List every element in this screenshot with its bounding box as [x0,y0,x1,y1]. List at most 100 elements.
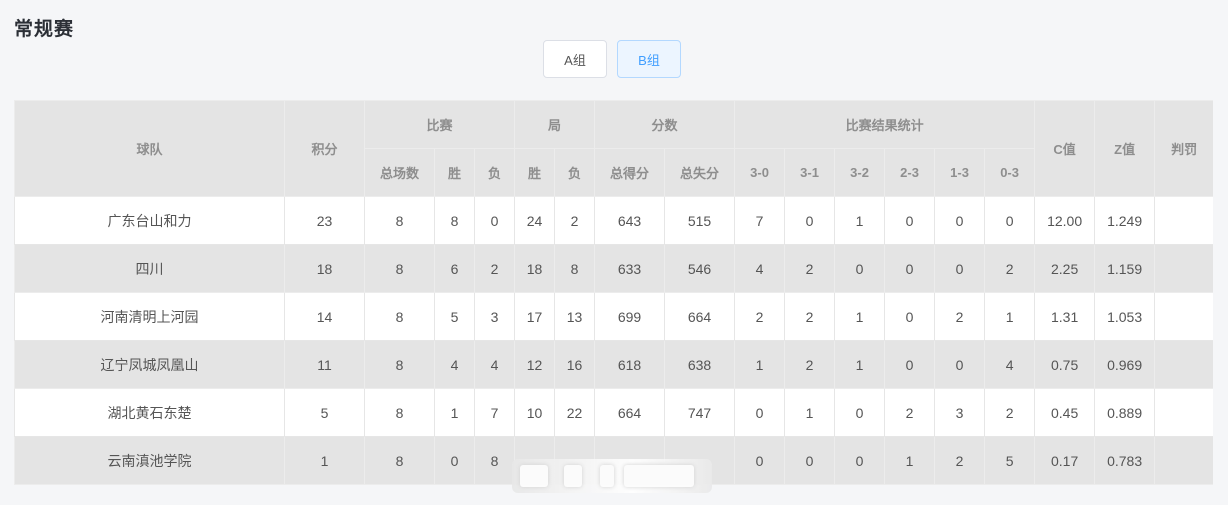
cell-points-for: 664 [594,388,666,437]
cell-sets-won: 18 [514,244,556,293]
header-points: 积分 [284,100,365,197]
cell-penalty [1154,340,1213,389]
table-row: 四川 18 8 6 2 18 8 633 546 4 2 0 0 0 2 2.25 1.159 [14,244,1213,293]
cell-z-value: 1.159 [1094,244,1156,293]
cell-penalty [1154,244,1213,293]
cell-result-3-1: 2 [784,244,836,293]
cell-wins: 5 [434,292,475,341]
cell-result-3-0: 0 [734,388,786,437]
cell-result-1-3: 2 [934,436,986,485]
cell-points: 18 [284,244,365,293]
cell-losses: 7 [473,388,516,437]
cell-points-for: 643 [594,196,666,245]
cell-result-3-2: 0 [834,436,886,485]
cell-total-matches: 8 [364,244,435,293]
cell-result-1-3: 0 [934,196,986,245]
header-sets: 局 [514,100,596,149]
cell-losses: 8 [473,436,516,485]
header-matches: 比赛 [363,100,516,149]
cell-sets-lost: 8 [554,244,596,293]
cell-result-0-3: 4 [984,340,1036,389]
cell-total-matches: 8 [364,436,435,485]
cell-penalty [1154,196,1213,245]
cell-sets-won: 10 [514,388,556,437]
header-total-matches: 总场数 [364,148,435,197]
cell-z-value: 0.783 [1094,436,1156,485]
cell-points: 23 [284,196,365,245]
cell-total-matches: 8 [364,388,435,437]
cell-result-1-3: 2 [934,292,986,341]
group-switch: A组 B组 [543,40,681,78]
cell-result-3-1: 1 [784,388,836,437]
cell-penalty [1154,436,1213,485]
cell-points-for: 633 [594,244,666,293]
cell-wins: 4 [434,340,475,389]
cell-result-3-2: 1 [834,340,886,389]
cell-total-matches: 8 [364,196,435,245]
cell-wins: 8 [434,196,475,245]
blurred-overlay [512,459,712,493]
page-title: 常规赛 [14,18,75,40]
cell-result-1-3: 3 [934,388,986,437]
header-sets-loss: 负 [554,148,596,197]
cell-c-value: 0.45 [1034,388,1096,437]
cell-result-3-1: 2 [784,340,836,389]
header-penalty: 判罚 [1154,100,1213,197]
cell-result-2-3: 0 [884,196,936,245]
cell-result-0-3: 2 [984,244,1036,293]
cell-z-value: 1.053 [1094,292,1156,341]
cell-c-value: 2.25 [1034,244,1096,293]
cell-c-value: 12.00 [1034,196,1096,245]
header-points-for: 总得分 [594,148,666,197]
cell-result-3-2: 1 [834,292,886,341]
header-z-value: Z值 [1094,100,1156,197]
group-a-button[interactable]: A组 [543,40,607,78]
cell-wins: 6 [434,244,475,293]
cell-penalty [1154,292,1213,341]
cell-result-0-3: 1 [984,292,1036,341]
cell-points-for: 618 [594,340,666,389]
header-win: 胜 [434,148,475,197]
header-result-3-0: 3-0 [734,148,786,197]
table-row: 广东台山和力 23 8 8 0 24 2 643 515 7 0 1 0 0 0 12.00 1.249 [14,196,1213,245]
cell-z-value: 0.969 [1094,340,1156,389]
cell-result-3-0: 1 [734,340,786,389]
cell-sets-won: 24 [514,196,556,245]
cell-result-3-0: 7 [734,196,786,245]
cell-wins: 0 [434,436,475,485]
cell-team-name: 辽宁凤城凤凰山 [14,340,285,389]
cell-result-3-0: 0 [734,436,786,485]
cell-result-1-3: 0 [934,340,986,389]
cell-result-3-2: 0 [834,388,886,437]
header-team: 球队 [14,100,285,197]
cell-losses: 4 [473,340,516,389]
cell-result-3-1: 0 [784,436,836,485]
cell-team-name: 河南清明上河园 [14,292,285,341]
cell-result-2-3: 0 [884,292,936,341]
cell-points: 5 [284,388,365,437]
cell-sets-lost: 13 [554,292,596,341]
cell-wins: 1 [434,388,475,437]
group-b-button[interactable]: B组 [617,40,681,78]
header-loss: 负 [473,148,516,197]
cell-points-against: 664 [664,292,736,341]
cell-sets-lost: 16 [554,340,596,389]
cell-sets-won: 12 [514,340,556,389]
cell-points-against: 546 [664,244,736,293]
cell-points-against: 638 [664,340,736,389]
cell-result-2-3: 1 [884,436,936,485]
standings-table-container: 球队 积分 比赛 局 分数 比赛结果统计 C值 Z值 判罚 总场数 胜 负 胜 … [14,100,1213,485]
cell-points: 11 [284,340,365,389]
cell-z-value: 0.889 [1094,388,1156,437]
cell-sets-lost: 2 [554,196,596,245]
cell-result-2-3: 2 [884,388,936,437]
cell-points-against: 747 [664,388,736,437]
cell-result-0-3: 2 [984,388,1036,437]
table-row: 湖北黄石东楚 5 8 1 7 10 22 664 747 0 1 0 2 3 2 0.45 0.889 [14,388,1213,437]
cell-result-3-2: 0 [834,244,886,293]
cell-z-value: 1.249 [1094,196,1156,245]
cell-c-value: 0.17 [1034,436,1096,485]
header-score: 分数 [594,100,736,149]
header-points-against: 总失分 [664,148,736,197]
table-row: 河南清明上河园 14 8 5 3 17 13 699 664 2 2 1 0 2 1 1.31 1.053 [14,292,1213,341]
